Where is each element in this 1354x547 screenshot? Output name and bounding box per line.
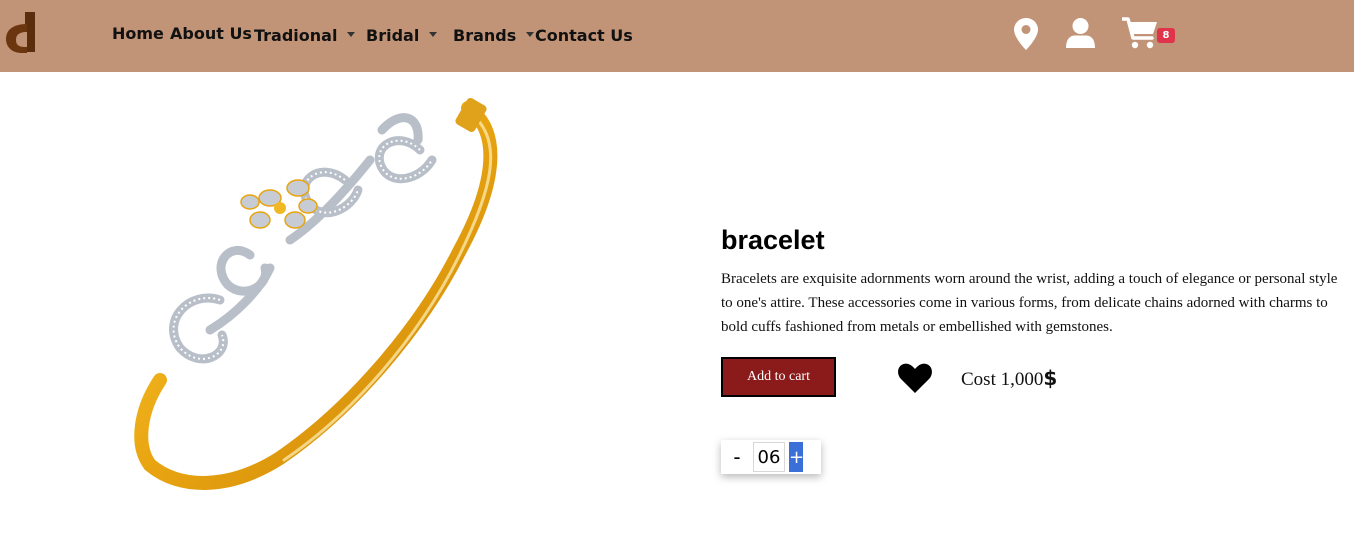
- nav-contact-us[interactable]: Contact Us: [535, 26, 633, 45]
- nav-traditional-label: Tradional: [254, 26, 338, 45]
- quantity-increase-button[interactable]: +: [789, 442, 804, 472]
- product-image-bracelet: [134, 97, 498, 490]
- d-logo-icon[interactable]: [5, 12, 37, 54]
- navbar: Home About Us Tradional Bridal Brands Co…: [0, 0, 1354, 72]
- currency-symbol: $: [1043, 366, 1058, 390]
- nav-home[interactable]: Home: [112, 24, 164, 43]
- product-description: Bracelets are exquisite adornments worn …: [721, 271, 1338, 335]
- user-icon[interactable]: [1066, 18, 1095, 48]
- quantity-decrease-button[interactable]: -: [721, 440, 753, 474]
- quantity-input[interactable]: [753, 442, 785, 472]
- product-cost: Cost 1,000$: [961, 366, 1057, 391]
- location-pin-icon[interactable]: [1014, 18, 1038, 50]
- cart-count-badge: 8: [1157, 28, 1175, 43]
- heart-icon[interactable]: [898, 363, 932, 393]
- cost-label: Cost: [961, 369, 996, 390]
- caret-down-icon: [347, 32, 356, 37]
- add-to-cart-button[interactable]: Add to cart: [721, 357, 836, 397]
- quantity-stepper: - +: [721, 440, 821, 474]
- product-title: bracelet: [721, 225, 825, 255]
- nav-traditional-dropdown[interactable]: Tradional: [254, 26, 356, 45]
- nav-bridal-label: Bridal: [366, 26, 420, 45]
- nav-brands-label: Brands: [453, 26, 517, 45]
- caret-down-icon: [429, 32, 438, 37]
- caret-down-icon: [526, 32, 535, 37]
- nav-brands-dropdown[interactable]: Brands: [453, 26, 535, 45]
- cost-value: 1,000: [1000, 369, 1044, 390]
- nav-bridal-dropdown[interactable]: Bridal: [366, 26, 438, 45]
- nav-about-us[interactable]: About Us: [170, 24, 252, 43]
- cart-icon[interactable]: [1122, 17, 1159, 50]
